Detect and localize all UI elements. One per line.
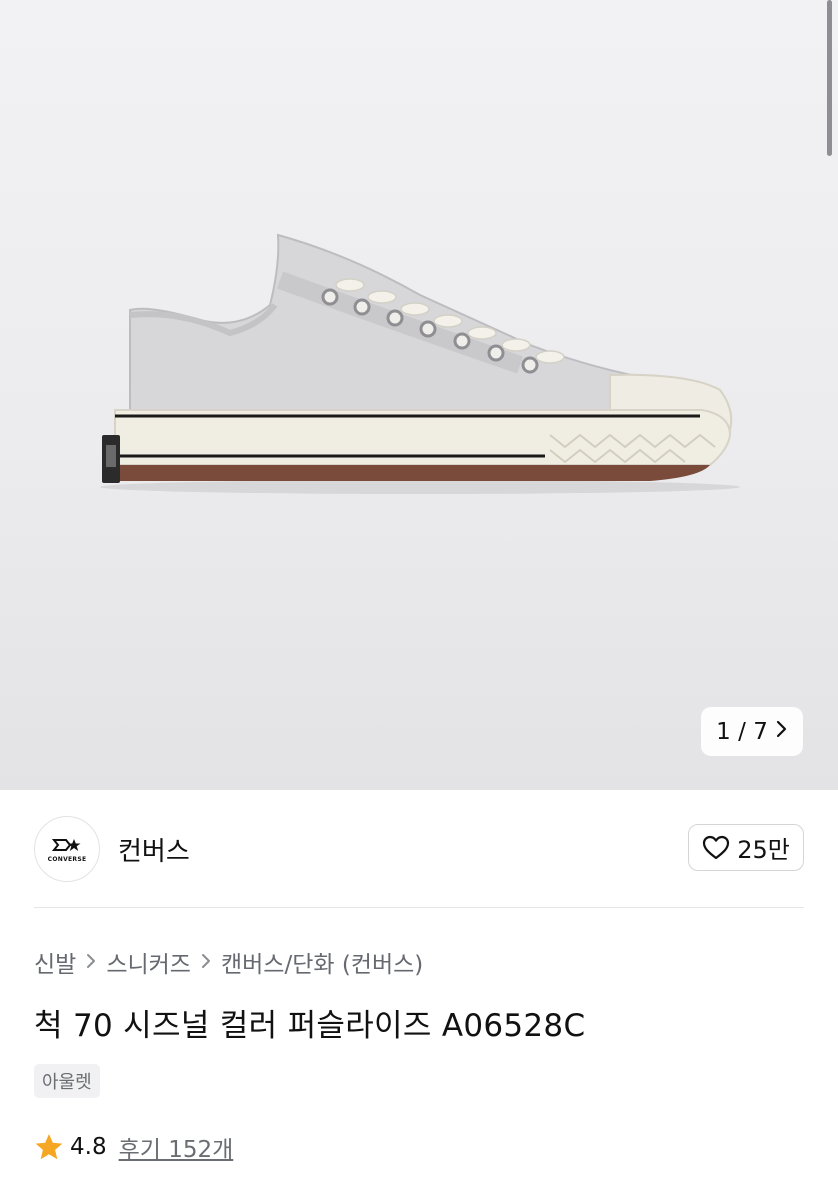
breadcrumb: 신발 스니커즈 캔버스/단화 (컨버스) [34, 945, 423, 979]
gallery-current: 1 [716, 718, 731, 745]
product-title: 척 70 시즈널 컬러 퍼슬라이즈 A06528C [34, 1008, 586, 1044]
product-image[interactable] [90, 225, 740, 500]
heart-outline-icon [703, 835, 730, 860]
rating-row: 4.8 후기 152개 [34, 1130, 233, 1164]
gallery-total: 7 [753, 718, 768, 745]
brand-row: CONVERSE 컨버스 25만 [34, 816, 804, 882]
chevron-right-icon [201, 950, 211, 974]
gallery-counter[interactable]: 1 / 7 [701, 707, 803, 756]
like-button[interactable]: 25만 [688, 824, 804, 871]
chevron-right-icon[interactable] [776, 719, 788, 744]
brand-name[interactable]: 컨버스 [118, 831, 190, 868]
gallery-separator: / [738, 718, 746, 745]
converse-star-chevron-icon [52, 838, 81, 851]
star-icon [35, 1134, 63, 1160]
breadcrumb-item-shoes[interactable]: 신발 [34, 945, 76, 979]
breadcrumb-item-canvas[interactable]: 캔버스/단화 (컨버스) [221, 945, 423, 979]
rating-score: 4.8 [70, 1134, 107, 1160]
breadcrumb-item-sneakers[interactable]: 스니커즈 [106, 945, 191, 979]
brand-logo-wordmark: CONVERSE [47, 855, 87, 863]
reviews-link[interactable]: 후기 152개 [119, 1130, 234, 1164]
scrollbar[interactable] [827, 0, 832, 156]
outlet-badge: 아울렛 [34, 1064, 100, 1098]
product-image-gallery[interactable]: 1 / 7 [0, 0, 838, 790]
like-count: 25만 [737, 836, 790, 864]
chevron-right-icon [86, 950, 96, 974]
brand-logo[interactable]: CONVERSE [34, 816, 100, 882]
divider [34, 907, 804, 908]
